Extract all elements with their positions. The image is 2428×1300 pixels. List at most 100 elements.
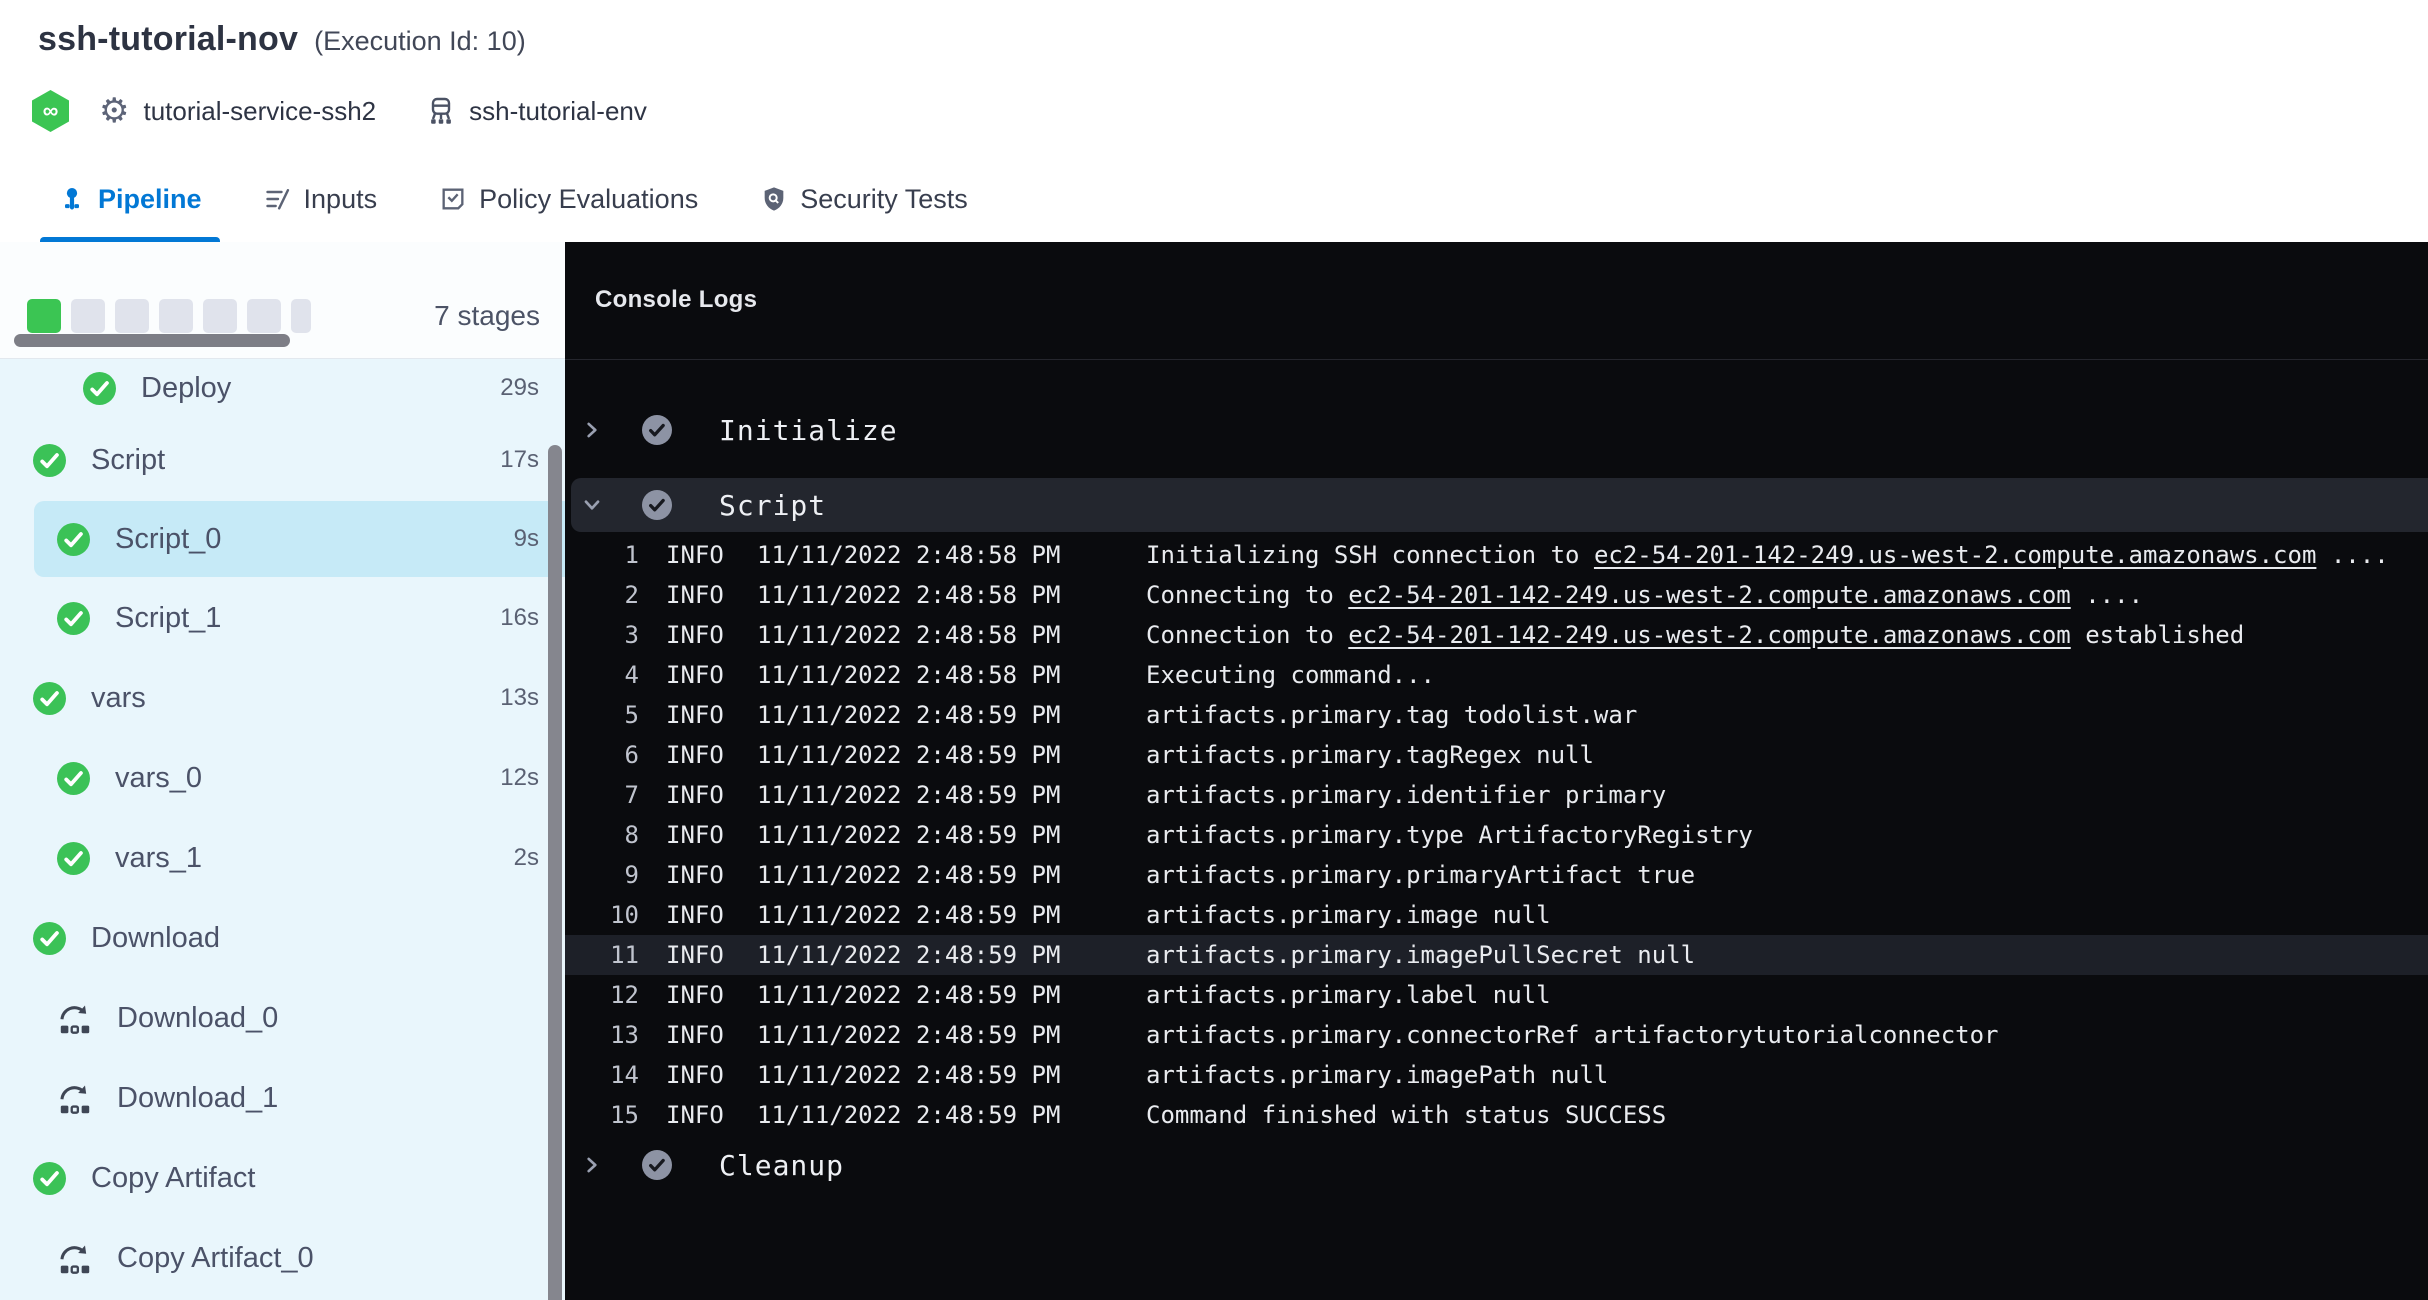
log-text: artifacts.primary.imagePath null	[1146, 1061, 1608, 1089]
log-text: artifacts.primary.tag todolist.war	[1146, 701, 1637, 729]
stage-duration: 9s	[514, 525, 539, 553]
stage-row-copy-artifact[interactable]: Copy Artifact	[0, 1140, 565, 1216]
log-message: Connection to ec2-54-201-142-249.us-west…	[1146, 615, 2244, 655]
step-success-icon	[642, 415, 672, 445]
stage-success-icon	[57, 842, 90, 875]
log-line-number: 11	[565, 935, 639, 975]
tab-policy-evaluations[interactable]: Policy Evaluations	[437, 156, 700, 242]
step-success-icon	[642, 1150, 672, 1180]
stage-label: Copy Artifact	[91, 1162, 255, 1195]
log-line-number: 7	[565, 775, 639, 815]
stage-square[interactable]	[27, 299, 61, 333]
stage-label: Script_0	[115, 523, 221, 556]
stage-row-vars-0[interactable]: vars_012s	[0, 740, 565, 816]
stage-square[interactable]	[159, 299, 193, 333]
log-message: artifacts.primary.primaryArtifact true	[1146, 855, 1695, 895]
log-text: artifacts.primary.imagePullSecret null	[1146, 941, 1695, 969]
log-message: artifacts.primary.type ArtifactoryRegist…	[1146, 815, 1753, 855]
stage-row-script-0[interactable]: Script_0 9s	[0, 501, 565, 577]
stage-square[interactable]	[291, 299, 311, 333]
log-timestamp: 11/11/2022 2:48:59 PM	[757, 935, 1060, 975]
stage-square[interactable]	[203, 299, 237, 333]
stage-row-download-1[interactable]: Download_1	[0, 1060, 565, 1136]
log-message: artifacts.primary.tagRegex null	[1146, 735, 1594, 775]
stage-label: Download_1	[117, 1082, 278, 1115]
stage-row-copy-artifact-0[interactable]: Copy Artifact_0	[0, 1220, 565, 1296]
log-row[interactable]: 5INFO11/11/2022 2:48:59 PMartifacts.prim…	[565, 695, 2428, 735]
log-message: Command finished with status SUCCESS	[1146, 1095, 1666, 1135]
log-row[interactable]: 10INFO11/11/2022 2:48:59 PMartifacts.pri…	[565, 895, 2428, 935]
log-timestamp: 11/11/2022 2:48:59 PM	[757, 815, 1060, 855]
policy-check-icon	[439, 185, 467, 213]
sidebar-vertical-scrollbar[interactable]	[548, 445, 562, 1300]
log-level: INFO	[666, 775, 724, 815]
environment-name[interactable]: ssh-tutorial-env	[469, 96, 647, 127]
log-text: artifacts.primary.type ArtifactoryRegist…	[1146, 821, 1753, 849]
log-row[interactable]: 7INFO11/11/2022 2:48:59 PMartifacts.prim…	[565, 775, 2428, 815]
stage-label: Download	[91, 922, 220, 955]
log-timestamp: 11/11/2022 2:48:59 PM	[757, 975, 1060, 1015]
host-link[interactable]: ec2-54-201-142-249.us-west-2.compute.ama…	[1594, 541, 2316, 569]
log-row[interactable]: 15INFO11/11/2022 2:48:59 PMCommand finis…	[565, 1095, 2428, 1135]
stage-success-icon	[57, 602, 90, 635]
log-message: artifacts.primary.imagePullSecret null	[1146, 935, 1695, 975]
stage-duration: 2s	[514, 844, 539, 872]
log-timestamp: 11/11/2022 2:48:59 PM	[757, 735, 1060, 775]
log-row[interactable]: 4INFO11/11/2022 2:48:58 PMExecuting comm…	[565, 655, 2428, 695]
log-row[interactable]: 2INFO11/11/2022 2:48:58 PMConnecting to …	[565, 575, 2428, 615]
service-gear-icon: ⚙	[99, 94, 129, 128]
log-timestamp: 11/11/2022 2:48:58 PM	[757, 615, 1060, 655]
log-row[interactable]: 13INFO11/11/2022 2:48:59 PMartifacts.pri…	[565, 1015, 2428, 1055]
log-row[interactable]: 9INFO11/11/2022 2:48:59 PMartifacts.prim…	[565, 855, 2428, 895]
log-level: INFO	[666, 735, 724, 775]
stage-label: Script	[91, 444, 165, 477]
log-text: ....	[2071, 581, 2143, 609]
log-line-number: 5	[565, 695, 639, 735]
tab-security-tests[interactable]: Security Tests	[758, 156, 970, 242]
log-text: artifacts.primary.connectorRef artifacto…	[1146, 1021, 1999, 1049]
log-message: Initializing SSH connection to ec2-54-20…	[1146, 535, 2389, 575]
section-script[interactable]: Script	[571, 478, 2428, 532]
stage-row-deploy[interactable]: Deploy29s	[0, 350, 565, 426]
stage-square[interactable]	[115, 299, 149, 333]
service-name[interactable]: tutorial-service-ssh2	[143, 96, 376, 127]
log-level: INFO	[666, 855, 724, 895]
log-row[interactable]: 12INFO11/11/2022 2:48:59 PMartifacts.pri…	[565, 975, 2428, 1015]
log-row[interactable]: 11INFO11/11/2022 2:48:59 PMartifacts.pri…	[565, 935, 2428, 975]
stage-row-vars[interactable]: vars13s	[0, 660, 565, 736]
header-meta-row: ∞ ⚙ tutorial-service-ssh2 ssh-tutorial-e…	[32, 88, 647, 134]
log-text: artifacts.primary.tagRegex null	[1146, 741, 1594, 769]
log-text: Command finished with status SUCCESS	[1146, 1101, 1666, 1129]
stage-row-script-1[interactable]: Script_116s	[0, 580, 565, 656]
deployment-hexagon-icon: ∞	[32, 90, 69, 132]
stage-success-icon	[33, 922, 66, 955]
log-level: INFO	[666, 975, 724, 1015]
stage-row-vars-1[interactable]: vars_12s	[0, 820, 565, 896]
host-link[interactable]: ec2-54-201-142-249.us-west-2.compute.ama…	[1348, 581, 2070, 609]
log-row[interactable]: 8INFO11/11/2022 2:48:59 PMartifacts.prim…	[565, 815, 2428, 855]
log-level: INFO	[666, 815, 724, 855]
tab-inputs[interactable]: Inputs	[262, 156, 380, 242]
log-row[interactable]: 6INFO11/11/2022 2:48:59 PMartifacts.prim…	[565, 735, 2428, 775]
log-row[interactable]: 14INFO11/11/2022 2:48:59 PMartifacts.pri…	[565, 1055, 2428, 1095]
log-line-number: 3	[565, 615, 639, 655]
chevron-down-icon[interactable]	[581, 494, 603, 516]
stage-square[interactable]	[247, 299, 281, 333]
log-line-number: 12	[565, 975, 639, 1015]
section-initialize[interactable]: Initialize	[565, 403, 2428, 457]
tab-pipeline[interactable]: Pipeline	[56, 156, 204, 242]
section-cleanup[interactable]: Cleanup	[565, 1138, 2428, 1192]
stage-row-download[interactable]: Download	[0, 900, 565, 976]
chevron-right-icon[interactable]	[581, 419, 603, 441]
step-group-icon	[57, 1003, 92, 1034]
log-message: artifacts.primary.identifier primary	[1146, 775, 1666, 815]
stage-row-script[interactable]: Script17s	[0, 422, 565, 498]
stage-square[interactable]	[71, 299, 105, 333]
host-link[interactable]: ec2-54-201-142-249.us-west-2.compute.ama…	[1348, 621, 2070, 649]
stage-row-download-0[interactable]: Download_0	[0, 980, 565, 1056]
section-label: Cleanup	[719, 1149, 844, 1182]
log-row[interactable]: 1INFO11/11/2022 2:48:58 PMInitializing S…	[565, 535, 2428, 575]
chevron-right-icon[interactable]	[581, 1154, 603, 1176]
log-row[interactable]: 3INFO11/11/2022 2:48:58 PMConnection to …	[565, 615, 2428, 655]
horizontal-scrollbar[interactable]	[14, 334, 290, 347]
